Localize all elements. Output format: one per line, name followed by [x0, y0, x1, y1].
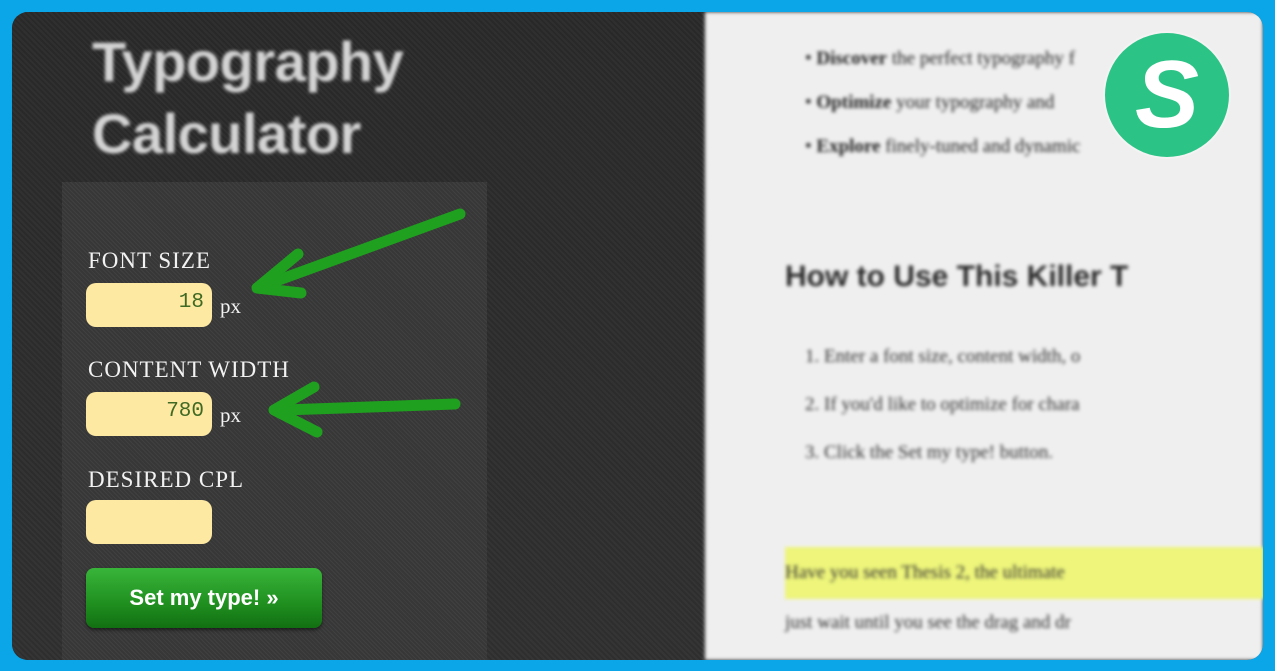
screenshot-frame: Typography Calculator FONT SIZE 18 px CO… [12, 12, 1263, 660]
annotation-arrows [251, 208, 466, 438]
logo-letter: S [1134, 41, 1200, 148]
site-logo-icon: S [1105, 33, 1229, 157]
arrow-to-content-width [268, 381, 461, 438]
arrow-to-font-size [251, 208, 466, 299]
